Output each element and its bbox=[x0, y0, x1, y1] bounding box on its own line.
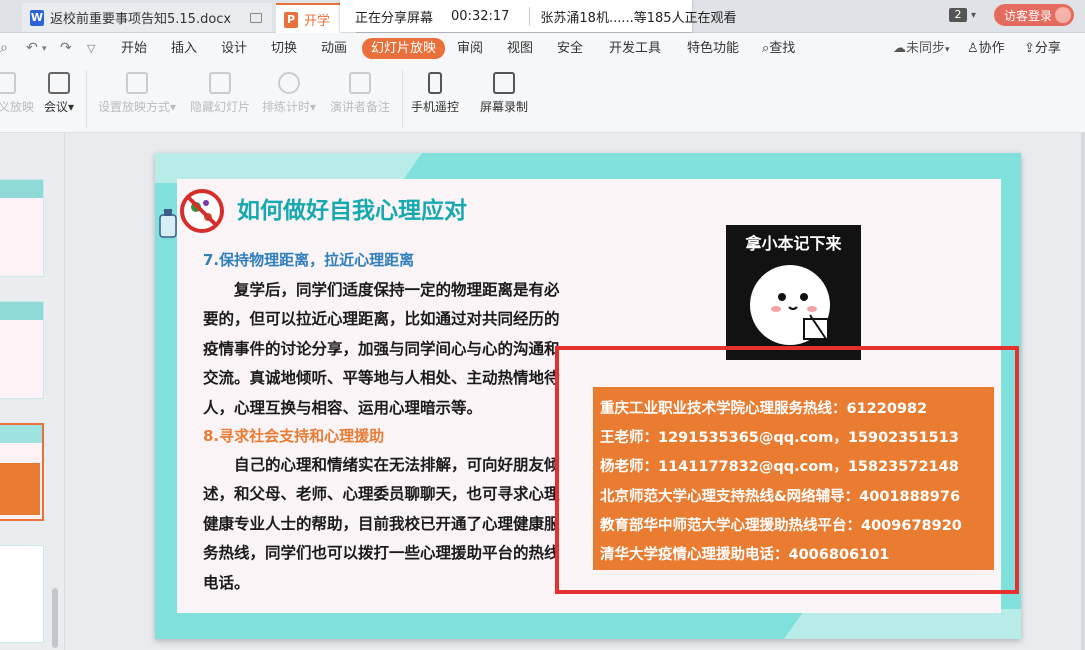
login-label: 访客登录 bbox=[1004, 8, 1053, 23]
rehearse-timing-button[interactable]: 排练计时▾ bbox=[260, 72, 318, 130]
set-show-button[interactable]: 设置放映方式▾ bbox=[96, 72, 178, 130]
sync-status[interactable]: ☁未同步▾ bbox=[893, 39, 950, 59]
slide-title: 如何做好自我心理应对 bbox=[237, 197, 467, 224]
chevron-down-icon: ▾ bbox=[945, 45, 950, 55]
slide-thumbnail[interactable] bbox=[0, 179, 44, 277]
menu-features[interactable]: 特色功能 bbox=[687, 39, 739, 59]
section-paragraph: 自己的心理和情绪实在无法排解，可向好朋友倾述，和父母、老师、心理委员聊聊天，也可… bbox=[203, 455, 560, 592]
stopwatch-icon bbox=[278, 72, 300, 94]
menu-view[interactable]: 视图 bbox=[507, 39, 533, 59]
word-doc-icon: W bbox=[30, 9, 44, 26]
highlight-frame bbox=[555, 346, 1019, 594]
screen-share-bar: 正在分享屏幕 00:32:17 张苏涌18机......等185人正在观看 bbox=[340, 0, 737, 32]
menu-insert[interactable]: 插入 bbox=[171, 39, 197, 59]
screen-record-button[interactable]: 屏幕录制 bbox=[478, 72, 530, 130]
collaborate-button[interactable]: ♙协作 bbox=[967, 39, 1005, 59]
screen-record-icon bbox=[493, 72, 515, 94]
guest-login-button[interactable]: 访客登录 bbox=[994, 4, 1074, 26]
slide-thumbnail-selected[interactable] bbox=[0, 423, 44, 521]
share-icon: ⇪ bbox=[1024, 41, 1035, 56]
hide-slide-button[interactable]: 隐藏幻灯片 bbox=[189, 72, 251, 130]
share-viewers[interactable]: 张苏涌18机......等185人正在观看 bbox=[529, 6, 737, 26]
ribbon-toolbar: 义放映 会议▾ 设置放映方式▾ 隐藏幻灯片 排练计时▾ 演讲者备注 手机遥控 屏… bbox=[0, 64, 1085, 133]
menu-review[interactable]: 审阅 bbox=[457, 39, 483, 59]
hide-slide-icon bbox=[209, 72, 231, 94]
chevron-down-icon[interactable]: ▾ bbox=[971, 10, 976, 21]
slide-thumbnail-panel bbox=[0, 133, 65, 650]
avatar-icon bbox=[1055, 7, 1071, 23]
redo-icon[interactable]: ↷ bbox=[60, 40, 72, 56]
settings-icon bbox=[126, 72, 148, 94]
section-paragraph: 复学后，同学们适度保持一定的物理距离是有必要的，但可以拉近心理距离，比如通过对共… bbox=[203, 280, 560, 417]
menu-developer[interactable]: 开发工具 bbox=[609, 39, 661, 59]
notes-icon bbox=[349, 72, 371, 94]
section-heading: 7.保持物理距离，拉近心理距离 bbox=[203, 251, 415, 269]
speaker-notes-button[interactable]: 演讲者备注 bbox=[329, 72, 391, 130]
share-button[interactable]: ⇪分享 bbox=[1024, 39, 1061, 59]
section-heading: 8.寻求社会支持和心理援助 bbox=[203, 427, 385, 445]
window-count-badge[interactable]: 2 bbox=[949, 8, 967, 22]
slide-thumbnail[interactable] bbox=[0, 545, 44, 643]
tab-bar: W 返校前重要事项告知5.15.docx P 开学 正在分享屏幕 00:32:1… bbox=[0, 0, 1085, 34]
undo-icon[interactable]: ↶ bbox=[26, 40, 38, 56]
sticker-caption: 拿小本记下来 bbox=[745, 234, 842, 253]
meeting-button[interactable]: 会议▾ bbox=[40, 72, 78, 130]
person-icon: ♙ bbox=[967, 41, 979, 56]
share-timer: 00:32:17 bbox=[451, 8, 510, 24]
meeting-icon bbox=[48, 72, 70, 94]
menu-bar: ⌕ ↶ ▾ ↷ ▽ 开始 插入 设计 切换 动画 幻灯片放映 审阅 视图 安全 … bbox=[0, 33, 1085, 64]
cartoon-face-icon bbox=[750, 265, 830, 345]
ribbon-divider bbox=[86, 70, 87, 128]
customize-icon[interactable]: ▽ bbox=[87, 42, 95, 55]
phone-remote-button[interactable]: 手机遥控 bbox=[410, 72, 460, 130]
canvas-scrollbar[interactable] bbox=[1081, 133, 1085, 650]
menu-slideshow[interactable]: 幻灯片放映 bbox=[362, 38, 446, 59]
slide-thumbnail[interactable] bbox=[0, 301, 44, 399]
share-status: 正在分享屏幕 bbox=[355, 10, 434, 26]
custom-show-button[interactable]: 义放映 bbox=[0, 72, 34, 130]
menu-security[interactable]: 安全 bbox=[557, 39, 583, 59]
tab-label: 开学 bbox=[304, 14, 331, 29]
menu-home[interactable]: 开始 bbox=[121, 39, 147, 59]
menu-transition[interactable]: 切换 bbox=[271, 39, 297, 59]
tab-docx-document[interactable]: W 返校前重要事项告知5.15.docx bbox=[22, 3, 272, 32]
ribbon-divider bbox=[402, 70, 403, 128]
ppt-icon: P bbox=[284, 11, 298, 28]
sticker-image: 拿小本记下来 bbox=[726, 225, 861, 360]
no-virus-icon bbox=[159, 189, 224, 238]
tab-label: 返校前重要事项告知5.15.docx bbox=[50, 12, 232, 27]
cloud-icon: ☁ bbox=[893, 41, 906, 56]
menu-design[interactable]: 设计 bbox=[221, 39, 247, 59]
custom-show-icon bbox=[0, 72, 16, 94]
thumbnail-scrollbar[interactable] bbox=[52, 588, 58, 648]
chevron-down-icon[interactable]: ▾ bbox=[42, 44, 47, 54]
menu-animation[interactable]: 动画 bbox=[321, 39, 347, 59]
phone-icon bbox=[428, 72, 442, 94]
search-partial-icon[interactable]: ⌕ bbox=[0, 40, 8, 56]
search-button[interactable]: ⌕查找 bbox=[762, 39, 795, 59]
screen-icon[interactable] bbox=[250, 12, 262, 23]
